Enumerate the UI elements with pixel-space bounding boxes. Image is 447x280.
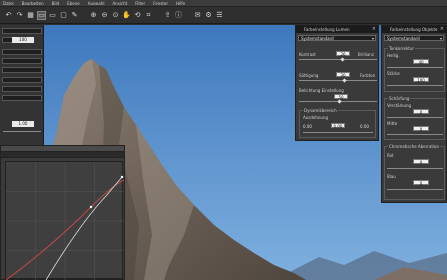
object-adjust-panel: Farbeinstellung Objekte × Systemstandard ▾… <box>381 25 447 203</box>
chromatic-value-2[interactable]: 0 <box>413 180 429 186</box>
fit-icon[interactable]: ⊙ <box>111 11 120 20</box>
exposure-label: Belichtung Einstellung <box>299 88 344 93</box>
sharpen-value-1[interactable]: 0 <box>413 109 429 115</box>
saturation-right-label: Farbton <box>360 73 376 78</box>
curve-point <box>89 205 93 209</box>
chevron-down-icon: ▾ <box>439 36 442 41</box>
value-1[interactable]: 100 <box>12 37 34 43</box>
menu-bar: Datei Bearbeiten Bild Ebene Auswahl Ansicht Fi… <box>0 0 447 7</box>
window-icon[interactable]: ▢ <box>59 11 68 20</box>
curve-white <box>45 176 123 280</box>
dropdown[interactable] <box>2 28 42 34</box>
menu-item[interactable]: Filter <box>135 1 145 6</box>
tone-label-2: Stärke <box>387 71 400 76</box>
sharpen-slider-2[interactable] <box>387 134 443 135</box>
slider[interactable] <box>3 131 41 132</box>
chat-icon[interactable]: ✉ <box>193 11 202 20</box>
dropdown[interactable] <box>2 67 42 73</box>
sharpen-slider-1[interactable] <box>387 117 443 118</box>
sharpen-value-2[interactable]: 0 <box>413 126 429 132</box>
info-icon[interactable]: ⓘ <box>174 11 183 20</box>
close-icon[interactable]: × <box>440 26 444 33</box>
close-icon[interactable]: × <box>372 26 376 33</box>
dropdown[interactable] <box>2 58 42 64</box>
window-icon[interactable]: ▭ <box>37 10 46 20</box>
dynamic-range-group: Dynamikbereich Ausdehnung 0.00 0.00 0.00 <box>299 108 376 138</box>
chromatic-label-1: Rot <box>387 153 394 158</box>
redo-icon[interactable]: ↷ <box>15 11 24 20</box>
curves-toolbar <box>1 152 124 158</box>
tone-value-2[interactable]: 100 <box>413 77 429 83</box>
zoom-in-icon[interactable]: ⊕ <box>89 11 98 20</box>
window-icon[interactable]: ▭ <box>48 11 57 20</box>
tone-value-1[interactable]: 40 <box>413 59 429 65</box>
group-title: Tonkorrektur <box>388 46 416 51</box>
export-icon[interactable]: ⇪ <box>163 11 172 20</box>
toolbar: ↶ ↷ ▦ ▭ ▭ ▢ ✎ ⊕ ⊖ ⊙ ✋ ⟲ ⌗ ⇪ ⓘ ✉ ⚙ ☰ <box>0 7 447 24</box>
dynamic-right: 0.00 <box>360 124 369 129</box>
dynamic-left: 0.00 <box>303 124 312 129</box>
slider-knob[interactable] <box>342 78 347 83</box>
brightness-value[interactable]: 26 <box>336 51 350 57</box>
group-title: Dynamikbereich <box>303 108 338 113</box>
brightness-slider[interactable] <box>299 59 377 60</box>
dropdown[interactable] <box>2 77 42 83</box>
sharpen-label-1: Verstärkung <box>387 103 412 108</box>
dropdown[interactable] <box>2 86 42 92</box>
menu-item[interactable]: Ebene <box>67 1 80 6</box>
menu-item[interactable]: Auswahl <box>88 1 105 6</box>
tone-group: Tonkorrektur Hellig. 40 Stärke 100 <box>384 46 445 92</box>
preset-dropdown[interactable]: Systemstandard ▾ <box>384 35 444 41</box>
panel-title: Farbeinstellung Objekte × <box>382 26 446 33</box>
hand-icon[interactable]: ✋ <box>122 11 131 20</box>
tone-slider-1[interactable] <box>387 67 443 68</box>
paint-icon[interactable]: ✎ <box>70 11 79 20</box>
panel-title: Farbeinstellung Lumen × <box>296 26 378 33</box>
menu-item[interactable]: Bearbeiten <box>22 1 44 6</box>
tone-label-1: Hellig. <box>387 53 400 58</box>
curves-panel <box>0 145 125 280</box>
chromatic-value-1[interactable]: 0 <box>413 159 429 165</box>
group-title: Chromatische Aberration <box>388 144 440 149</box>
saturation-label: Sättigung <box>299 73 319 78</box>
menu-item[interactable]: Datei <box>3 1 14 6</box>
tone-slider-2[interactable] <box>387 85 443 86</box>
dynamic-slider[interactable] <box>303 132 373 133</box>
color-adjust-panel: Farbeinstellung Lumen × Systemstandard ▾ K… <box>295 25 379 141</box>
slider-knob[interactable] <box>337 99 342 104</box>
menu-item[interactable]: Bild <box>52 1 60 6</box>
rotate-icon[interactable]: ⟲ <box>133 11 142 20</box>
undo-icon[interactable]: ↶ <box>4 11 13 20</box>
sharpen-group: Schärfung Verstärkung 0 Mitte 0 <box>384 96 445 140</box>
sharpen-label-2: Mitte <box>387 121 398 126</box>
exposure-value[interactable]: 50 <box>334 94 348 100</box>
menu-item[interactable]: Fenster <box>153 1 168 6</box>
value-2[interactable]: 1.00 <box>12 121 34 127</box>
dynamic-label: Ausdehnung <box>303 115 329 120</box>
menu-item[interactable]: Hilfe <box>176 1 185 6</box>
dropdown[interactable] <box>2 49 42 55</box>
chromatic-label-2: Blau <box>387 174 396 179</box>
zoom-out-icon[interactable]: ⊖ <box>100 11 109 20</box>
group-title: Schärfung <box>388 96 411 101</box>
grid-icon[interactable]: ▦ <box>26 11 35 20</box>
curves-graph[interactable] <box>5 161 125 280</box>
saturation-slider[interactable] <box>299 80 377 81</box>
brightness-label: Kontrast <box>299 52 316 57</box>
chromatic-slider-2[interactable] <box>387 189 443 190</box>
curve-point <box>120 175 124 179</box>
chromatic-group: Chromatische Aberration Rot 0 Blau 0 <box>384 144 445 200</box>
preset-dropdown[interactable]: Systemstandard ▾ <box>298 35 376 41</box>
chromatic-slider-1[interactable] <box>387 168 443 169</box>
menu-item[interactable]: Ansicht <box>112 1 127 6</box>
settings-icon[interactable]: ☰ <box>215 11 224 20</box>
brightness-right-label: Brillianz <box>358 52 374 57</box>
slider-knob[interactable] <box>340 57 345 62</box>
settings-icon[interactable]: ⚙ <box>204 11 213 20</box>
dropdown[interactable] <box>2 95 42 101</box>
dynamic-mid-value[interactable]: 0.00 <box>331 123 345 129</box>
saturation-value[interactable]: 30 <box>336 72 350 78</box>
chevron-down-icon: ▾ <box>371 36 374 41</box>
crop-icon[interactable]: ⌗ <box>144 11 153 20</box>
